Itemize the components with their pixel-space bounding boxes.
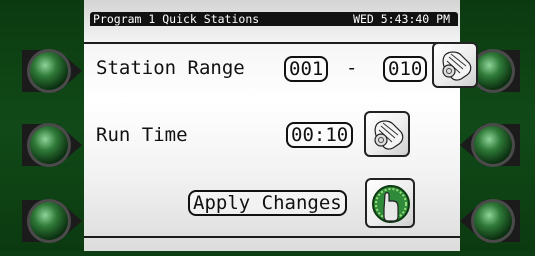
screen-title: Program 1 Quick Stations — [93, 12, 260, 26]
station-range-start-field[interactable]: 001 — [284, 56, 329, 82]
finger-press-icon[interactable] — [365, 178, 415, 228]
hand-dial-icon[interactable] — [364, 111, 410, 157]
title-bar: Program 1 Quick Stations WED 5:43:40 PM — [90, 12, 458, 26]
left-button-bottom[interactable] — [14, 186, 84, 256]
run-time-label: Run Time — [96, 124, 188, 146]
clock: WED 5:43:40 PM — [353, 12, 450, 26]
hand-dial-icon[interactable] — [432, 42, 478, 88]
left-button-top[interactable] — [14, 36, 84, 106]
station-range-end-field[interactable]: 010 — [383, 56, 428, 82]
right-button-bottom[interactable] — [458, 186, 528, 256]
row-divider — [84, 42, 460, 44]
station-range-label: Station Range — [96, 57, 245, 79]
row-divider — [84, 236, 460, 238]
run-time-field[interactable]: 00:10 — [286, 122, 354, 148]
left-button-middle[interactable] — [14, 110, 84, 180]
range-separator: - — [346, 57, 358, 79]
right-button-middle[interactable] — [458, 110, 528, 180]
apply-changes-button[interactable]: Apply Changes — [188, 190, 347, 216]
